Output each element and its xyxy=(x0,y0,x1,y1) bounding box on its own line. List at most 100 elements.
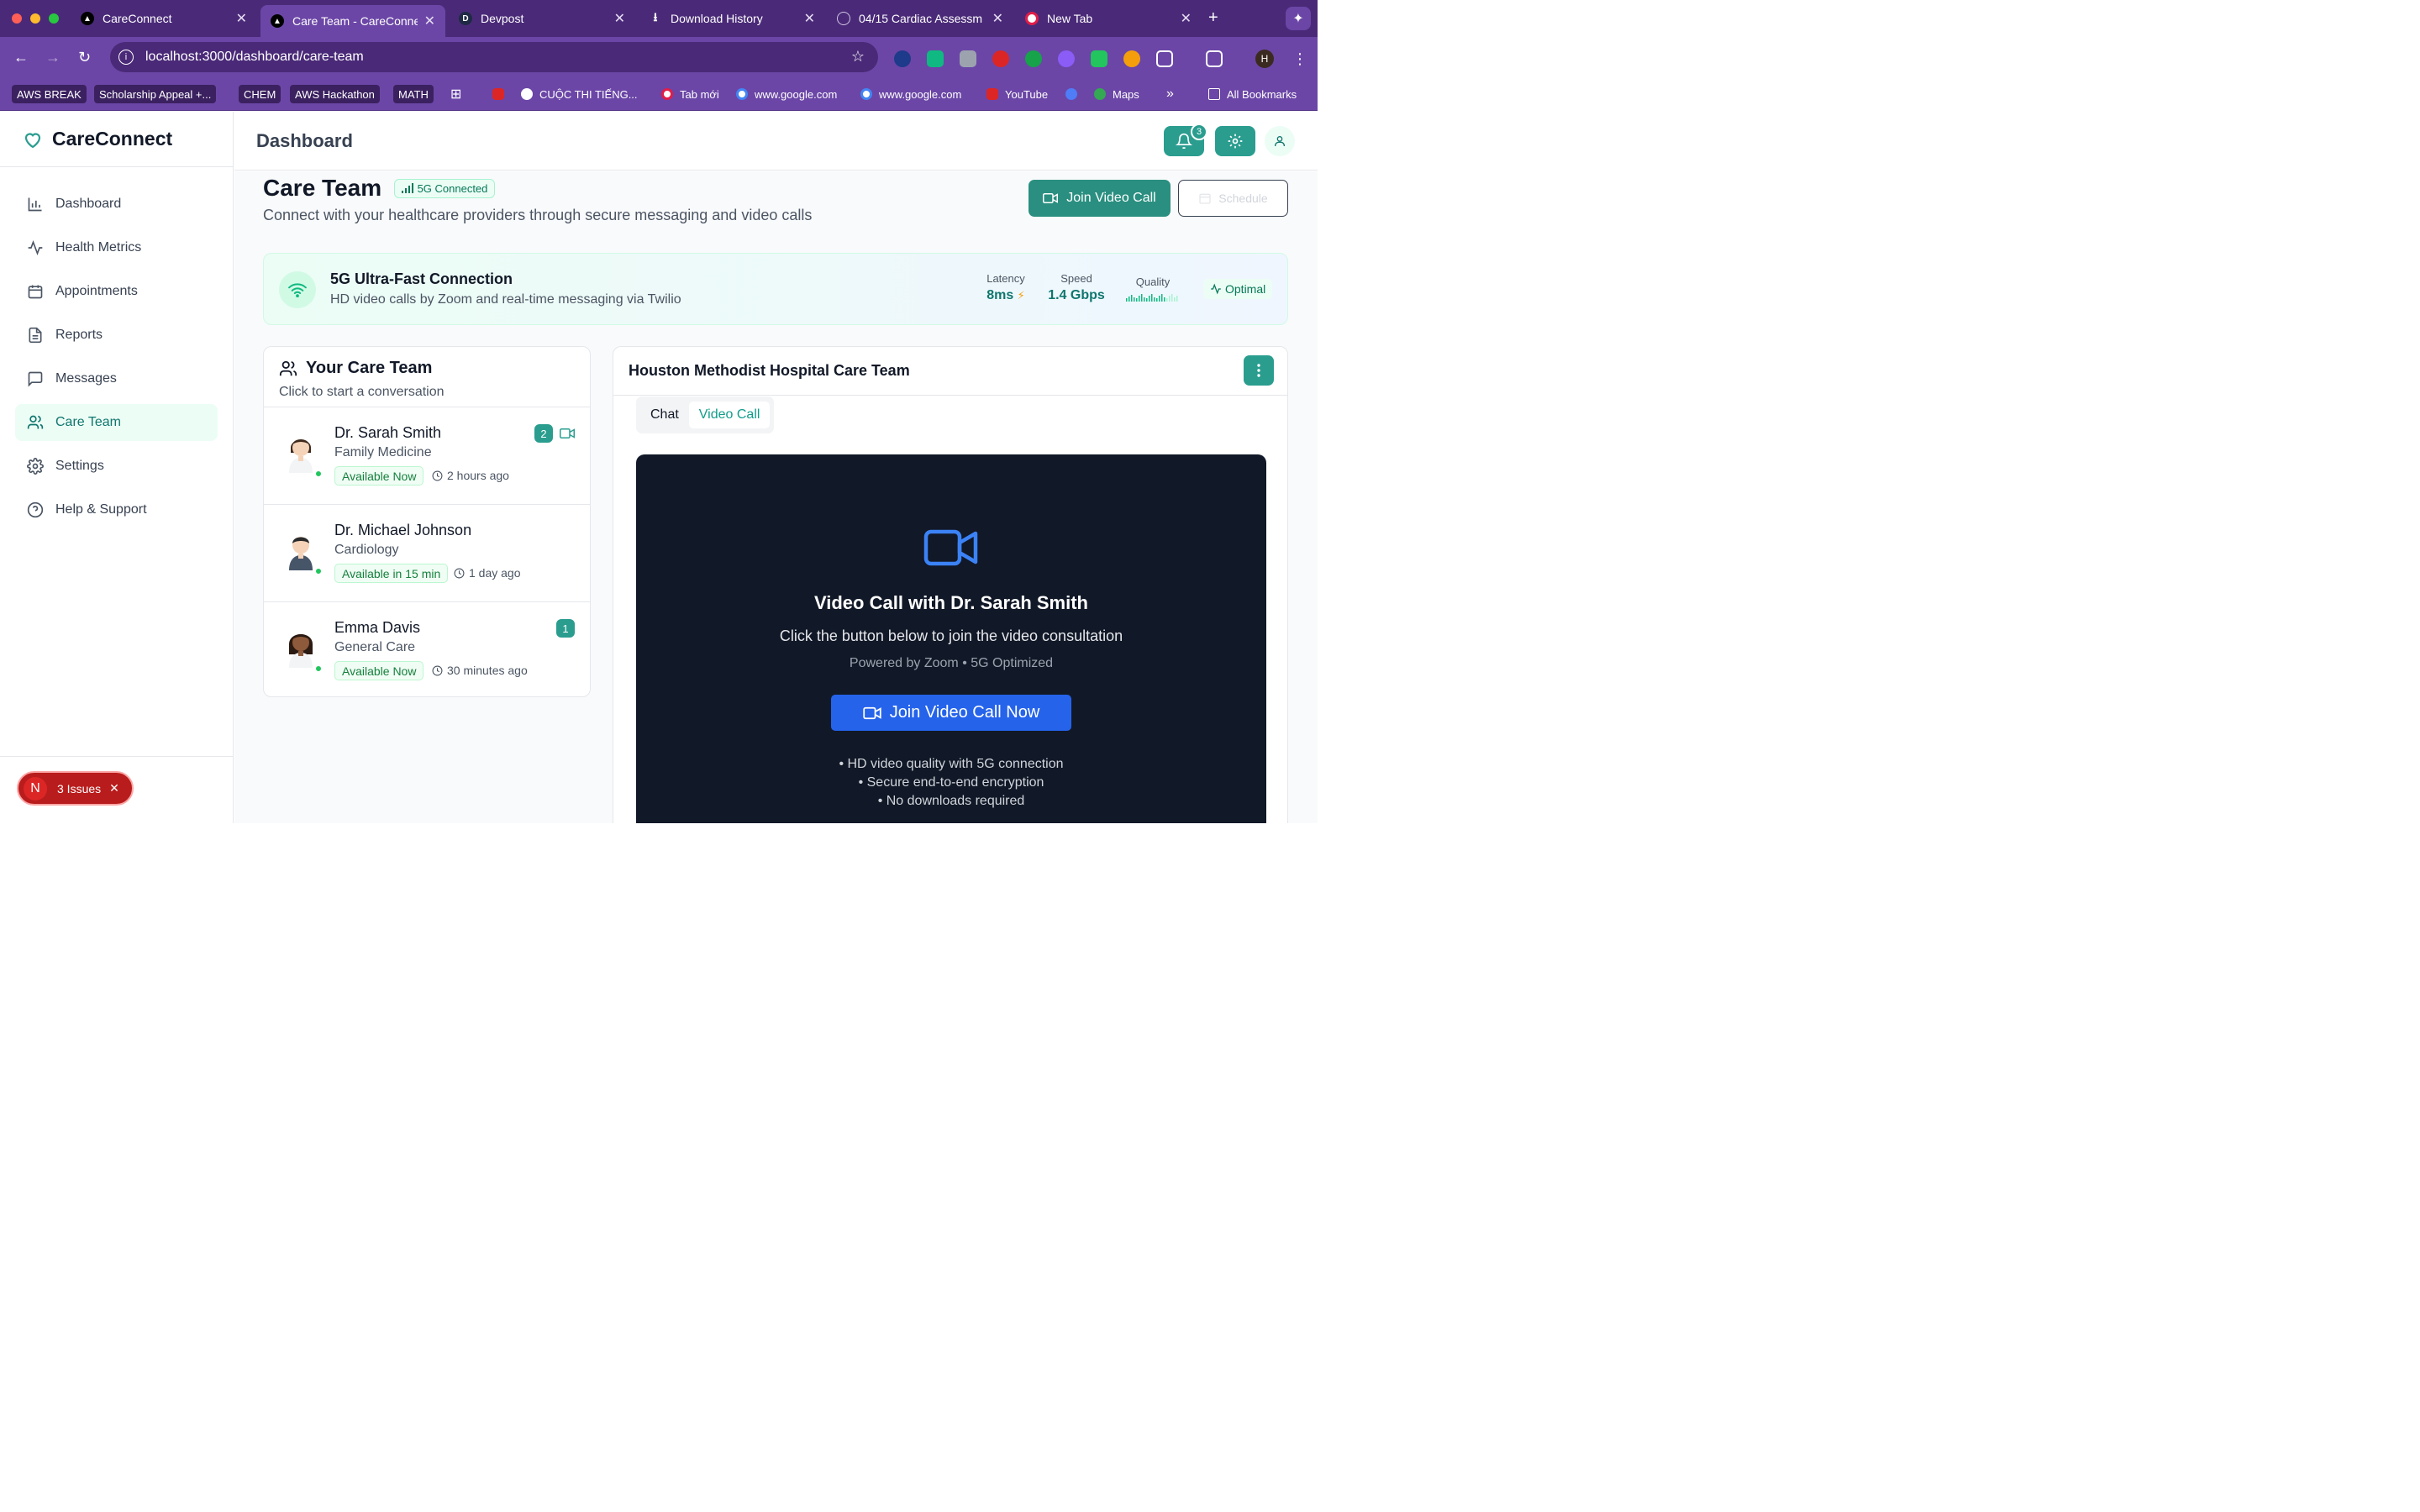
extension-icon[interactable] xyxy=(1091,50,1107,67)
join-video-call-button[interactable]: Join Video Call xyxy=(1028,180,1171,217)
clock-icon xyxy=(432,470,443,480)
connection-status-pill: 5G Connected xyxy=(393,178,496,198)
bookmark-item[interactable]: Scholarship Appeal +... xyxy=(94,85,217,103)
nextjs-icon: N xyxy=(24,776,47,801)
more-options-button[interactable] xyxy=(1244,355,1274,386)
bookmark-item[interactable]: www.google.com xyxy=(855,85,966,103)
video-icon[interactable] xyxy=(560,428,575,439)
bookmark-item[interactable]: Maps xyxy=(1089,85,1144,103)
bookmark-item[interactable]: CHEM xyxy=(239,85,281,103)
video-call-panel: Video Call with Dr. Sarah Smith Click th… xyxy=(636,454,1266,823)
minimize-window-button[interactable] xyxy=(30,13,40,24)
sidebar-item-health-metrics[interactable]: Health Metrics xyxy=(15,229,218,266)
care-team-list: Your Care Team Click to start a conversa… xyxy=(263,346,591,697)
video-icon xyxy=(863,706,881,719)
bookmarks-bar: AWS BREAK Scholarship Appeal +... CHEM A… xyxy=(0,77,1318,111)
extension-icon[interactable] xyxy=(927,50,944,67)
docs-icon[interactable] xyxy=(1060,85,1082,103)
bookmark-item[interactable]: YouTube xyxy=(981,85,1053,103)
close-tab-icon[interactable]: ✕ xyxy=(424,13,435,29)
clock-icon xyxy=(454,568,465,578)
back-icon[interactable]: ← xyxy=(13,49,29,66)
close-tab-icon[interactable]: ✕ xyxy=(1181,10,1192,27)
forward-icon[interactable]: → xyxy=(45,49,60,66)
tab-chat[interactable]: Chat xyxy=(640,402,689,428)
tab-video-call[interactable]: Video Call xyxy=(688,402,771,428)
sidebar-item-messages[interactable]: Messages xyxy=(15,360,218,397)
list-item[interactable]: Dr. Sarah Smith Family Medicine Availabl… xyxy=(264,407,590,505)
calendar-icon xyxy=(28,285,43,299)
schedule-button[interactable]: Schedule xyxy=(1178,180,1288,217)
extension-icon[interactable] xyxy=(894,50,911,67)
availability-badge: Available Now xyxy=(334,466,424,486)
profile-avatar[interactable]: H xyxy=(1255,50,1274,68)
new-tab-button[interactable]: + xyxy=(1208,8,1218,28)
sparkle-icon[interactable]: ✦ xyxy=(1286,7,1311,30)
extension-icon[interactable] xyxy=(992,50,1009,67)
sidebar-item-dashboard[interactable]: Dashboard xyxy=(15,186,218,223)
app-header: Dashboard 3 xyxy=(234,112,1318,171)
site-info-icon[interactable]: i xyxy=(118,50,134,65)
close-tab-icon[interactable]: ✕ xyxy=(804,10,815,27)
browser-tab[interactable]: D Devpost ✕ xyxy=(449,0,635,37)
extension-icon[interactable] xyxy=(960,50,976,67)
maximize-window-button[interactable] xyxy=(49,13,59,24)
tab-search-icon[interactable] xyxy=(1206,50,1223,67)
bookmark-item[interactable]: CUỘC THI TIẾNG... xyxy=(516,85,643,103)
browser-tab[interactable]: ▲ CareConnect ✕ xyxy=(71,0,257,37)
bookmark-item[interactable]: AWS BREAK xyxy=(12,85,87,103)
last-seen: 1 day ago xyxy=(454,566,521,580)
brand[interactable]: CareConnect xyxy=(0,112,233,167)
close-tab-icon[interactable]: ✕ xyxy=(992,10,1003,27)
more-menu-icon[interactable]: ⋮ xyxy=(1292,50,1307,67)
join-video-call-now-button[interactable]: Join Video Call Now xyxy=(831,695,1071,731)
all-bookmarks[interactable]: All Bookmarks xyxy=(1203,85,1302,103)
sidebar-item-help[interactable]: Help & Support xyxy=(15,491,218,528)
bar-chart-icon xyxy=(28,197,42,212)
apps-grid-icon[interactable]: ⊞ xyxy=(445,85,466,103)
maps-icon xyxy=(1094,88,1106,100)
browser-tab-active[interactable]: ▲ Care Team - CareConne ✕ xyxy=(260,5,445,37)
sidebar-item-care-team[interactable]: Care Team xyxy=(15,404,218,441)
user-avatar-button[interactable] xyxy=(1265,126,1295,156)
new-tab-icon xyxy=(1025,12,1039,25)
issues-badge[interactable]: N 3 Issues ✕ xyxy=(17,771,134,806)
bookmark-item[interactable]: AWS Hackathon xyxy=(290,85,380,103)
bookmark-item[interactable]: Tab mới xyxy=(656,85,724,103)
extension-icon[interactable] xyxy=(1025,50,1042,67)
page-subtitle: Connect with your healthcare providers t… xyxy=(263,207,813,223)
sidebar-item-reports[interactable]: Reports xyxy=(15,317,218,354)
globe-icon xyxy=(837,12,850,25)
more-vertical-icon xyxy=(1257,364,1260,377)
extension-icon[interactable] xyxy=(1058,50,1075,67)
bookmark-item[interactable]: MATH xyxy=(393,85,434,103)
online-indicator xyxy=(314,664,323,673)
sidebar-item-appointments[interactable]: Appointments xyxy=(15,273,218,310)
message-icon xyxy=(28,371,43,387)
close-tab-icon[interactable]: ✕ xyxy=(614,10,625,27)
sidebar-item-settings[interactable]: Settings xyxy=(15,448,218,485)
list-item[interactable]: Dr. Michael Johnson Cardiology Available… xyxy=(264,505,590,602)
browser-tab[interactable]: New Tab ✕ xyxy=(1015,0,1202,37)
close-icon[interactable]: ✕ xyxy=(109,781,119,795)
close-window-button[interactable] xyxy=(12,13,22,24)
reload-icon[interactable]: ↻ xyxy=(78,49,91,66)
close-tab-icon[interactable]: ✕ xyxy=(236,10,247,27)
member-specialty: Cardiology xyxy=(334,543,399,557)
conversation-panel: Houston Methodist Hospital Care Team Cha… xyxy=(613,346,1288,823)
unread-count-badge: 2 xyxy=(534,424,553,443)
bookmark-star-icon[interactable]: ☆ xyxy=(851,48,865,66)
youtube-bookmark-icon[interactable] xyxy=(487,85,509,103)
google-icon xyxy=(736,88,748,100)
bookmark-item[interactable]: www.google.com xyxy=(731,85,842,103)
notification-count-badge: 3 xyxy=(1191,123,1207,140)
browser-tab[interactable]: 04/15 Cardiac Assessm ✕ xyxy=(827,0,1013,37)
browser-tab[interactable]: ⭳ Download History ✕ xyxy=(639,0,825,37)
url-text: localhost:3000/dashboard/care-team xyxy=(145,50,364,64)
settings-button[interactable] xyxy=(1215,126,1255,156)
more-bookmarks-icon[interactable]: » xyxy=(1161,85,1179,103)
extension-icon[interactable] xyxy=(1123,50,1140,67)
puzzle-icon[interactable] xyxy=(1156,50,1173,67)
address-bar[interactable]: i localhost:3000/dashboard/care-team ☆ xyxy=(110,42,878,72)
list-item[interactable]: Emma Davis General Care Available Now 30… xyxy=(264,602,590,696)
